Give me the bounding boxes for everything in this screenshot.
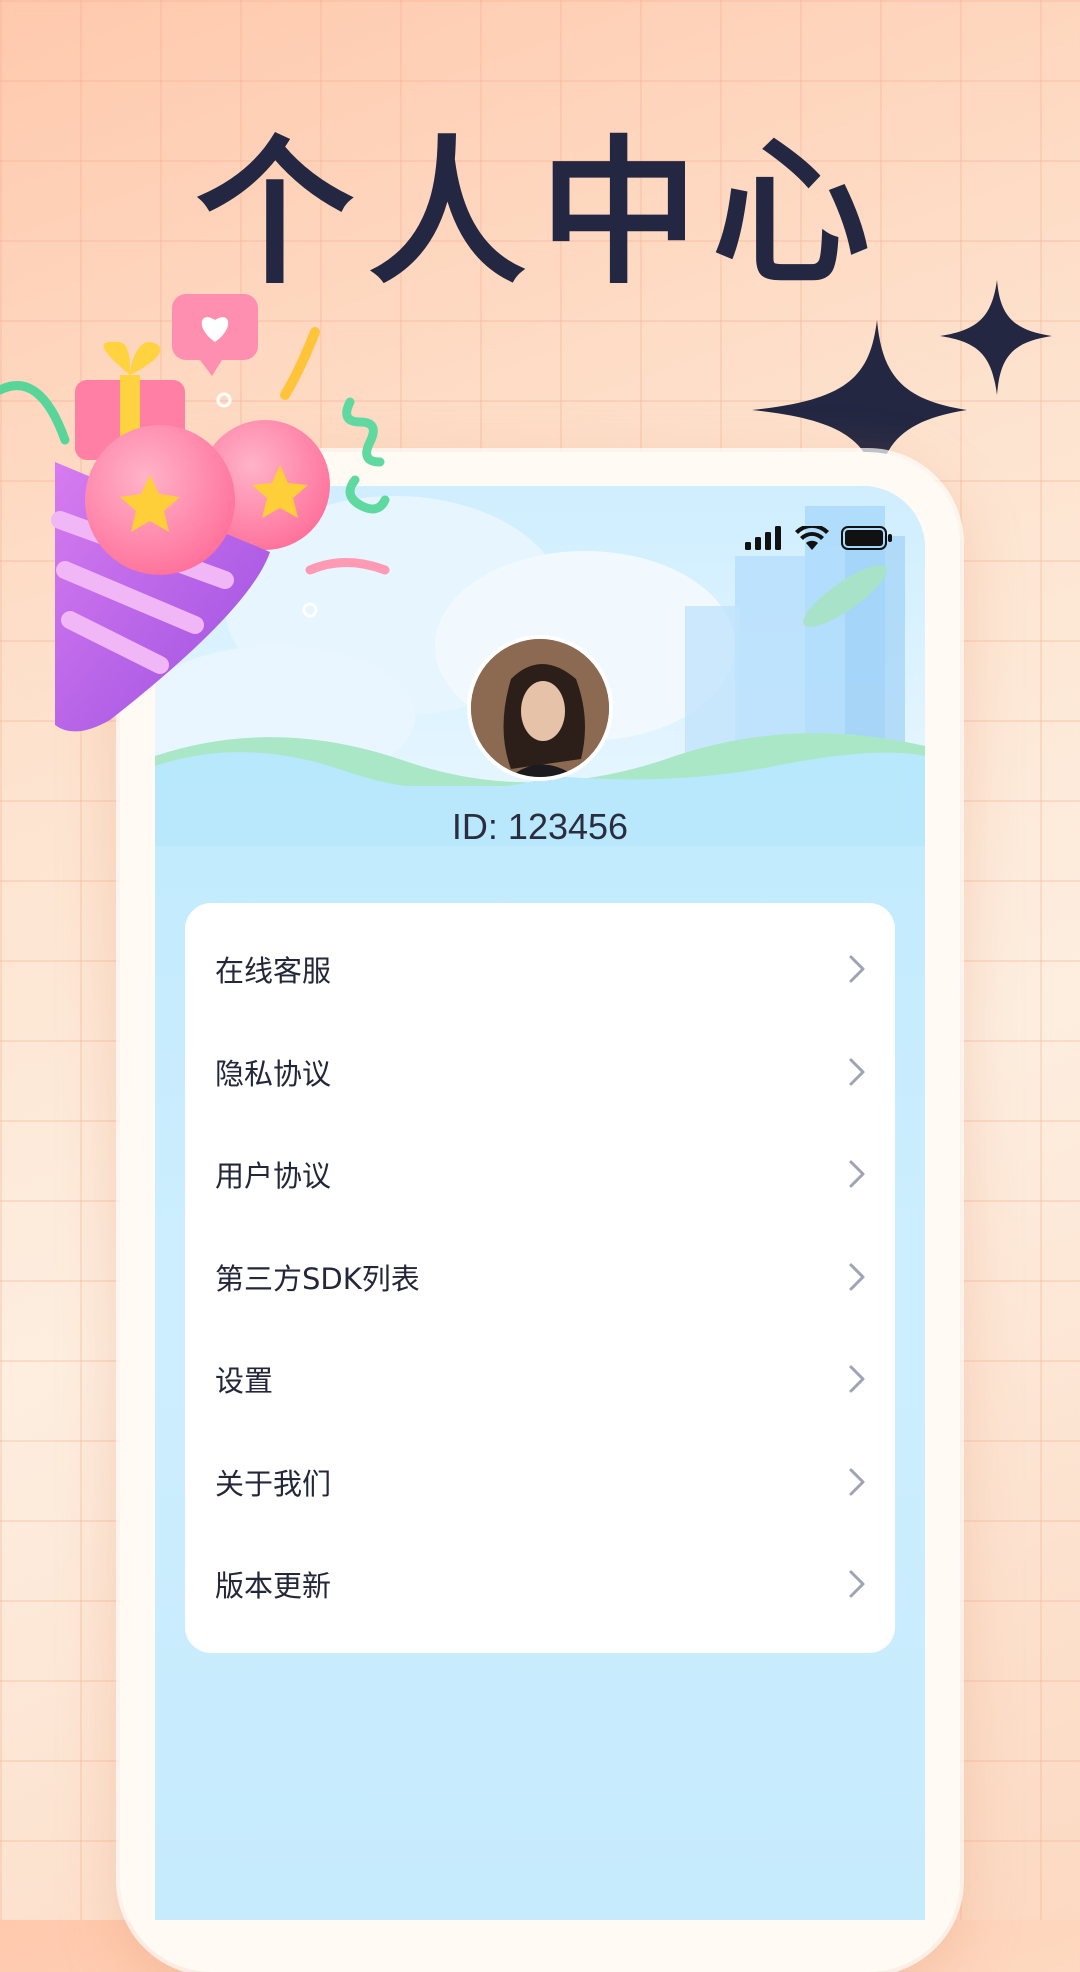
- avatar[interactable]: [467, 635, 613, 781]
- banner-title: 个人中心: [196, 122, 884, 306]
- menu-item-label: 版本更新: [215, 1569, 332, 1604]
- chevron-right-icon: [849, 1160, 865, 1188]
- chevron-right-icon: [849, 1468, 865, 1496]
- menu-item-label: 用户协议: [215, 1159, 332, 1194]
- menu-item-label: 第三方SDK列表: [215, 1261, 420, 1296]
- menu-item-privacy-policy[interactable]: 隐私协议: [185, 1021, 895, 1124]
- menu-item-label: 设置: [215, 1364, 274, 1399]
- chevron-right-icon: [849, 1058, 865, 1086]
- party-popper-illustration: [0, 294, 390, 732]
- battery-icon: [841, 526, 892, 550]
- menu-item-version-update[interactable]: 版本更新: [185, 1533, 895, 1636]
- menu-item-label: 在线客服: [215, 954, 332, 989]
- menu-item-about-us[interactable]: 关于我们: [185, 1431, 895, 1534]
- sparkle-icon: [752, 280, 1052, 480]
- menu-item-sdk-list[interactable]: 第三方SDK列表: [185, 1226, 895, 1329]
- status-bar: [745, 526, 893, 550]
- wifi-icon: [795, 526, 829, 550]
- menu-item-label: 关于我们: [215, 1466, 332, 1501]
- signal-icon: [745, 526, 781, 550]
- chevron-right-icon: [849, 1570, 865, 1598]
- menu-item-user-agreement[interactable]: 用户协议: [185, 1123, 895, 1226]
- chevron-right-icon: [849, 1365, 865, 1393]
- menu-item-settings[interactable]: 设置: [185, 1328, 895, 1431]
- menu-item-customer-service[interactable]: 在线客服: [185, 918, 895, 1021]
- chevron-right-icon: [849, 955, 865, 983]
- user-id: ID: 123456: [451, 806, 629, 847]
- menu-card: 在线客服 隐私协议 用户协议 第三方SDK列表 设置 关于我们 版本更新: [185, 903, 895, 1653]
- chevron-right-icon: [849, 1263, 865, 1291]
- menu-item-label: 隐私协议: [215, 1056, 332, 1091]
